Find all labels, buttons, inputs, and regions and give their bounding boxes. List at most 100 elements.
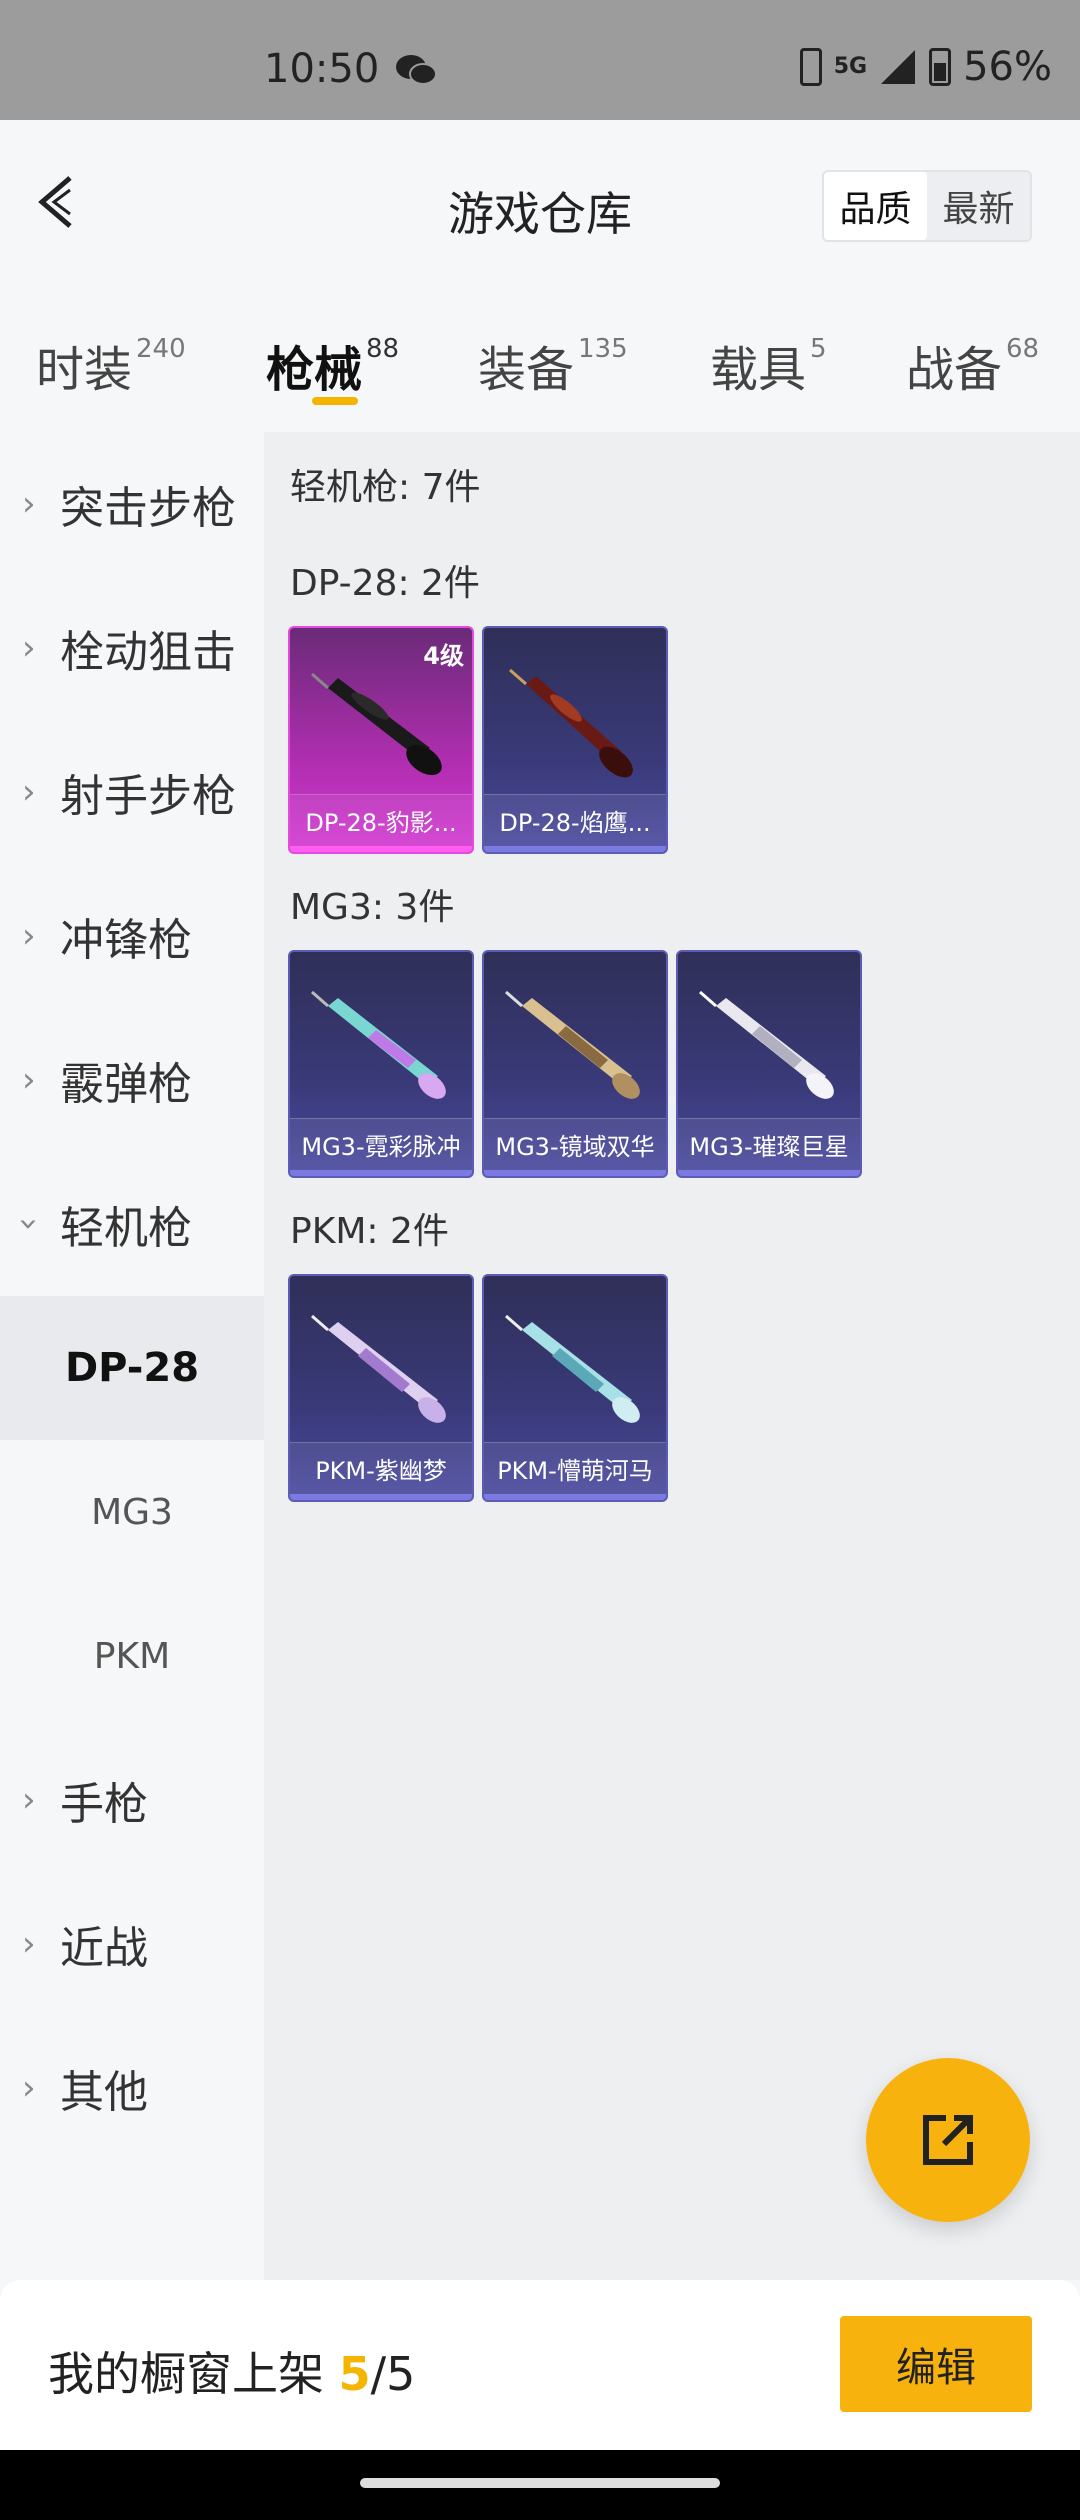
tab-label: 载具 xyxy=(710,342,807,398)
item-name: DP-28-焰鹰... xyxy=(484,794,666,846)
machine-gun-icon xyxy=(699,990,834,1099)
sidebar-item-label: 手枪 xyxy=(60,1779,148,1830)
sidebar-item-label: 其他 xyxy=(60,2067,148,2118)
showcase-count: 我的橱窗上架 5/5 xyxy=(48,2338,415,2404)
sidebar-item-melee[interactable]: › 近战 xyxy=(0,1872,264,2016)
sim-icon xyxy=(799,48,822,86)
rarity-bar xyxy=(484,1170,666,1176)
rarity-bar xyxy=(678,1170,860,1176)
tab-count: 68 xyxy=(1006,334,1040,364)
rarity-bar xyxy=(290,1170,472,1176)
item-card[interactable]: MG3-霓彩脉冲 xyxy=(288,950,474,1178)
sidebar-item-label: 栓动狙击 xyxy=(60,627,236,678)
chevron-right-icon: › xyxy=(22,916,36,956)
chevron-right-icon: › xyxy=(22,484,36,524)
chevron-right-icon: › xyxy=(22,2068,36,2108)
tab-count: 5 xyxy=(810,334,827,364)
sidebar-item-pistol[interactable]: › 手枪 xyxy=(0,1728,264,1872)
machine-gun-icon xyxy=(505,990,640,1099)
rarity-bar xyxy=(484,1494,666,1500)
group-title: MG3: 3件 xyxy=(290,887,455,928)
wechat-icon xyxy=(396,55,437,85)
tab-count: 240 xyxy=(136,334,186,364)
tab-label: 战备 xyxy=(906,342,1003,398)
sidebar-item-smg[interactable]: › 冲锋枪 xyxy=(0,864,264,1008)
sidebar-sub-mg3[interactable]: MG3 xyxy=(0,1440,264,1584)
tab-vehicles[interactable]: 载具 5 xyxy=(710,330,827,400)
group-title: DP-28: 2件 xyxy=(290,563,480,604)
item-card[interactable]: 4级 DP-28-豹影... xyxy=(288,626,474,854)
chevron-right-icon: › xyxy=(22,772,36,812)
rarity-bar xyxy=(290,1494,472,1500)
showcase-label: 我的橱窗上架 xyxy=(48,2347,324,2401)
network-label: 5G xyxy=(833,54,868,79)
sidebar-item-marksman-rifle[interactable]: › 射手步枪 xyxy=(0,720,264,864)
status-time: 10:50 xyxy=(264,46,380,92)
group-title: PKM: 2件 xyxy=(290,1211,449,1252)
item-name: MG3-镜域双华 xyxy=(484,1118,666,1170)
sidebar-item-other[interactable]: › 其他 xyxy=(0,2016,264,2160)
tab-label: 枪械 xyxy=(266,342,363,398)
edit-button[interactable]: 编辑 xyxy=(840,2316,1032,2412)
tab-supplies[interactable]: 战备 68 xyxy=(906,330,1039,400)
battery-level: 56% xyxy=(963,44,1052,90)
sort-toggle: 品质 最新 xyxy=(822,170,1032,242)
tab-label: 时装 xyxy=(36,342,133,398)
item-name: DP-28-豹影... xyxy=(290,794,472,846)
machine-gun-icon xyxy=(311,1314,446,1423)
header: 游戏仓库 品质 最新 xyxy=(0,120,1080,290)
sort-newest-button[interactable]: 最新 xyxy=(927,172,1030,240)
showcase-current: 5 xyxy=(338,2347,371,2401)
sidebar-sub-dp28[interactable]: DP-28 xyxy=(0,1296,264,1440)
sidebar-item-label: 突击步枪 xyxy=(60,483,236,534)
share-icon xyxy=(923,2115,973,2165)
chevron-right-icon: › xyxy=(22,1060,36,1100)
share-button[interactable] xyxy=(866,2058,1030,2222)
tab-equipment[interactable]: 装备 135 xyxy=(478,330,628,400)
sidebar-item-label: 轻机枪 xyxy=(60,1203,192,1254)
item-card[interactable]: PKM-紫幽梦 xyxy=(288,1274,474,1502)
item-grid: 轻机枪: 7件 DP-28: 2件 4级 DP-28-豹影... DP-28-焰… xyxy=(264,432,1080,2280)
sidebar-item-label: 射手步枪 xyxy=(60,771,236,822)
item-card[interactable]: MG3-璀璨巨星 xyxy=(676,950,862,1178)
item-name: PKM-紫幽梦 xyxy=(290,1442,472,1494)
tab-label: 装备 xyxy=(478,342,575,398)
sidebar-item-bolt-sniper[interactable]: › 栓动狙击 xyxy=(0,576,264,720)
sidebar-item-assault-rifle[interactable]: › 突击步枪 xyxy=(0,432,264,576)
bottom-bar: 我的橱窗上架 5/5 编辑 xyxy=(0,2280,1080,2450)
home-indicator[interactable] xyxy=(360,2478,720,2488)
chevron-right-icon: › xyxy=(22,1924,36,1964)
item-name: MG3-璀璨巨星 xyxy=(678,1118,860,1170)
item-name: PKM-懵萌河马 xyxy=(484,1442,666,1494)
showcase-separator: / xyxy=(370,2347,387,2401)
sidebar-item-label: 冲锋枪 xyxy=(60,915,192,966)
category-tabs: 时装 240 枪械 88 装备 135 载具 5 战备 68 xyxy=(0,290,1080,430)
sidebar-sub-pkm[interactable]: PKM xyxy=(0,1584,264,1728)
rarity-bar xyxy=(290,846,472,852)
item-name: MG3-霓彩脉冲 xyxy=(290,1118,472,1170)
sidebar-item-shotgun[interactable]: › 霰弹枪 xyxy=(0,1008,264,1152)
status-bar: 10:50 5G 56% xyxy=(0,0,1080,120)
tab-count: 88 xyxy=(366,334,400,364)
showcase-total: 5 xyxy=(386,2347,416,2401)
item-card[interactable]: MG3-镜域双华 xyxy=(482,950,668,1178)
tab-count: 135 xyxy=(578,334,628,364)
sort-quality-button[interactable]: 品质 xyxy=(824,172,927,240)
rarity-bar xyxy=(484,846,666,852)
sidebar: › 突击步枪 › 栓动狙击 › 射手步枪 › 冲锋枪 › 霰弹枪 › 轻机枪 DP-28 M… xyxy=(0,432,264,2280)
system-nav-bar xyxy=(0,2450,1080,2520)
item-card[interactable]: DP-28-焰鹰... xyxy=(482,626,668,854)
machine-gun-icon xyxy=(311,990,446,1099)
sidebar-item-label: 近战 xyxy=(60,1923,148,1974)
sidebar-item-lmg[interactable]: › 轻机枪 xyxy=(0,1152,264,1296)
item-card[interactable]: PKM-懵萌河马 xyxy=(482,1274,668,1502)
tab-fashion[interactable]: 时装 240 xyxy=(36,330,186,400)
tab-guns[interactable]: 枪械 88 xyxy=(266,330,399,400)
category-summary: 轻机枪: 7件 xyxy=(290,467,481,508)
active-tab-indicator xyxy=(312,397,358,405)
sidebar-item-label: 霰弹枪 xyxy=(60,1059,192,1110)
chevron-right-icon: › xyxy=(22,628,36,668)
chevron-down-icon: › xyxy=(8,1217,49,1231)
chevron-right-icon: › xyxy=(22,1780,36,1820)
signal-icon xyxy=(881,50,916,84)
